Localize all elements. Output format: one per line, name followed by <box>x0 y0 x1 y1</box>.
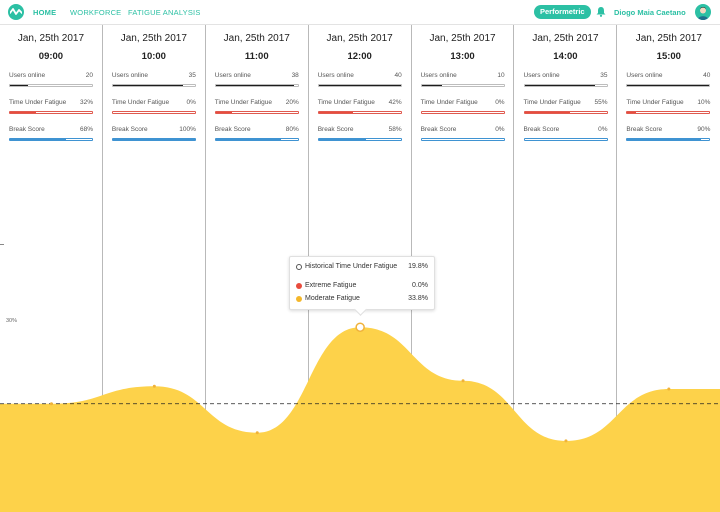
tooltip-row-moderate: Moderate Fatigue 33.8% <box>296 295 428 305</box>
brand-badge[interactable]: Performetric <box>534 5 591 19</box>
tooltip-label: Historical Time Under Fatigue <box>305 263 398 270</box>
historical-marker-icon <box>296 264 302 270</box>
data-point[interactable] <box>152 384 156 388</box>
user-avatar[interactable] <box>695 4 711 20</box>
top-navigation-bar: HOME WORKFORCE FATIGUE ANALYSIS Performe… <box>0 0 720 25</box>
selected-data-point[interactable] <box>355 322 365 332</box>
tooltip-value: 0.0% <box>412 282 428 289</box>
data-point[interactable] <box>564 439 568 443</box>
tooltip-label: Moderate Fatigue <box>305 295 360 302</box>
chart-tooltip: Historical Time Under Fatigue 19.8% Extr… <box>289 256 435 316</box>
data-point[interactable] <box>49 402 53 406</box>
tooltip-value: 33.8% <box>408 295 428 302</box>
data-point[interactable] <box>461 379 465 383</box>
tooltip-row-historical: Historical Time Under Fatigue 19.8% <box>296 263 428 273</box>
tooltip-value: 19.8% <box>408 263 428 270</box>
moderate-fatigue-area <box>0 327 720 512</box>
tooltip-row-extreme: Extreme Fatigue 0.0% <box>296 282 428 292</box>
nav-home[interactable]: HOME <box>33 8 56 17</box>
nav-fatigue-analysis[interactable]: FATIGUE ANALYSIS <box>128 8 201 17</box>
nav-workforce[interactable]: WORKFORCE <box>70 8 121 17</box>
data-point[interactable] <box>255 431 259 435</box>
extreme-fatigue-dot-icon <box>296 283 302 289</box>
tooltip-label: Extreme Fatigue <box>305 282 357 289</box>
y-tick-mark <box>0 244 4 245</box>
data-point[interactable] <box>667 387 671 391</box>
y-tick-label: 30% <box>6 318 18 324</box>
app-logo-icon[interactable] <box>8 4 24 20</box>
moderate-fatigue-dot-icon <box>296 296 302 302</box>
user-name[interactable]: Diogo Maia Caetano <box>614 8 686 17</box>
bell-icon[interactable] <box>596 6 606 17</box>
